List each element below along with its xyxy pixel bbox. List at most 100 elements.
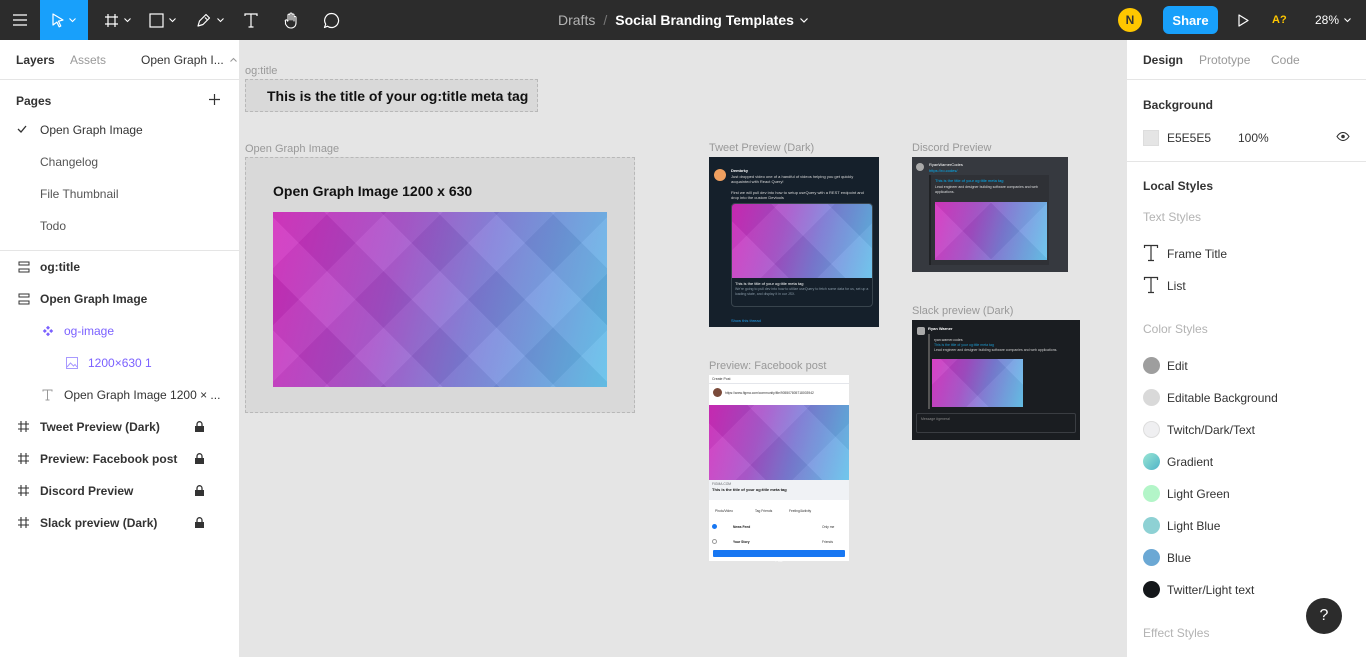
- avatar[interactable]: N: [1118, 8, 1142, 32]
- background-swatch[interactable]: [1143, 130, 1159, 146]
- share-button[interactable]: Share: [1163, 6, 1218, 34]
- tab-prototype[interactable]: Prototype: [1199, 53, 1250, 67]
- zoom-menu[interactable]: 28%: [1315, 0, 1351, 40]
- layer-name: Tweet Preview (Dark): [40, 420, 160, 434]
- discord-preview-frame[interactable]: RyanWarnerCodes https://ro.codes/ This i…: [912, 157, 1068, 272]
- color-style-twitch-dark-text[interactable]: Twitch/Dark/Text: [1143, 420, 1353, 440]
- facebook-post-frame[interactable]: Create Post https://www.figma.com/commun…: [709, 375, 849, 563]
- file-name[interactable]: Social Branding Templates: [615, 12, 794, 28]
- breadcrumb-folder[interactable]: Drafts: [558, 12, 595, 28]
- layer-name: 1200×630 1: [88, 356, 152, 370]
- slack-title: This is the title of your og:title meta …: [934, 343, 994, 347]
- lock-icon[interactable]: [195, 517, 204, 528]
- breadcrumb: Drafts / Social Branding Templates: [558, 0, 808, 40]
- color-style-light-green[interactable]: Light Green: [1143, 484, 1353, 504]
- layer-og-image[interactable]: og-image: [0, 315, 240, 347]
- fb-title: This is the title of your og:title meta …: [712, 487, 787, 492]
- color-style-name: Blue: [1167, 551, 1192, 565]
- chevron-up-icon[interactable]: [230, 57, 237, 62]
- fb-privacy: Only me: [822, 525, 835, 529]
- discord-link: https://ro.codes/: [929, 168, 958, 173]
- present-button[interactable]: [1230, 0, 1256, 40]
- frame-label-tweet-preview[interactable]: Tweet Preview (Dark): [709, 142, 814, 154]
- layer-text[interactable]: Open Graph Image 1200 × ...: [0, 379, 240, 411]
- tab-design[interactable]: Design: [1143, 53, 1183, 67]
- layer-open-graph-image[interactable]: Open Graph Image: [0, 283, 240, 315]
- move-tool-button[interactable]: [40, 0, 88, 40]
- layer-og-title[interactable]: og:title: [0, 251, 240, 283]
- color-swatch: [1143, 453, 1160, 470]
- layer-image[interactable]: 1200×630 1: [0, 347, 240, 379]
- og-image[interactable]: [273, 212, 607, 387]
- frame-tool-button[interactable]: [97, 0, 137, 40]
- lock-icon[interactable]: [195, 453, 204, 464]
- page-item-file-thumbnail[interactable]: File Thumbnail: [40, 187, 118, 201]
- layer-slack-preview[interactable]: Slack preview (Dark): [0, 507, 240, 539]
- tab-code[interactable]: Code: [1271, 53, 1300, 67]
- open-graph-image-frame[interactable]: Open Graph Image 1200 x 630: [245, 157, 635, 413]
- color-style-light-blue[interactable]: Light Blue: [1143, 516, 1353, 536]
- chevron-down-icon[interactable]: [799, 17, 808, 23]
- checkmark-icon: [17, 125, 27, 133]
- color-style-editable-background[interactable]: Editable Background: [1143, 388, 1353, 408]
- background-hex-input[interactable]: E5E5E5: [1167, 131, 1211, 145]
- page-item-todo[interactable]: Todo: [40, 219, 66, 233]
- chevron-down-icon: [168, 17, 176, 22]
- chevron-down-icon: [1344, 17, 1351, 22]
- main-menu-button[interactable]: [0, 0, 40, 40]
- layer-name: og:title: [40, 260, 80, 274]
- fb-privacy: Friends: [822, 540, 833, 544]
- frame-label-facebook-post[interactable]: Preview: Facebook post: [709, 360, 826, 372]
- pen-icon: [197, 13, 211, 27]
- fb-action: Photo/Video: [715, 509, 733, 513]
- color-swatch: [1143, 581, 1160, 598]
- layer-facebook-post[interactable]: Preview: Facebook post: [0, 443, 240, 475]
- layer-name: Slack preview (Dark): [40, 516, 158, 530]
- page-item-open-graph-image[interactable]: Open Graph Image: [40, 123, 143, 137]
- canvas[interactable]: og:title This is the title of your og:ti…: [241, 40, 1125, 657]
- text-tool-button[interactable]: [236, 0, 266, 40]
- tab-assets[interactable]: Assets: [70, 53, 106, 67]
- left-panel-tabs: Layers Assets Open Graph I...: [0, 40, 240, 80]
- background-opacity-input[interactable]: 100%: [1238, 131, 1269, 145]
- frame-label-slack-preview[interactable]: Slack preview (Dark): [912, 305, 1013, 317]
- comment-tool-button[interactable]: [316, 0, 346, 40]
- og-title-frame[interactable]: This is the title of your og:title meta …: [245, 79, 538, 112]
- color-style-gradient[interactable]: Gradient: [1143, 452, 1353, 472]
- color-style-edit[interactable]: Edit: [1143, 356, 1353, 376]
- color-style-blue[interactable]: Blue: [1143, 548, 1353, 568]
- frame-hash-icon: [18, 485, 29, 496]
- lock-icon[interactable]: [195, 485, 204, 496]
- background-header: Background: [1143, 98, 1214, 112]
- discord-embed: This is the title of your og:title meta …: [929, 175, 1049, 265]
- tweet-preview-frame[interactable]: Dembrky Just dropped video one of a hand…: [709, 157, 879, 327]
- lock-icon[interactable]: [195, 421, 204, 432]
- frame-label-og-title[interactable]: og:title: [245, 65, 277, 77]
- help-button[interactable]: ?: [1306, 598, 1342, 634]
- fb-domain: FIGMA.COM: [712, 482, 732, 486]
- current-page-dropdown[interactable]: Open Graph I...: [141, 53, 224, 67]
- eye-icon[interactable]: [1336, 132, 1350, 141]
- color-style-twitter-light-text[interactable]: Twitter/Light text: [1143, 580, 1353, 600]
- tab-layers[interactable]: Layers: [16, 53, 55, 67]
- slack-preview-frame[interactable]: Ryan Warner ryan.warner.codes This is th…: [912, 320, 1080, 440]
- page-item-changelog[interactable]: Changelog: [40, 155, 98, 169]
- discord-embed-desc: Lead engineer and designer building soft…: [935, 185, 1038, 194]
- missing-fonts-indicator[interactable]: A?: [1272, 0, 1287, 40]
- layer-tweet-preview[interactable]: Tweet Preview (Dark): [0, 411, 240, 443]
- hand-tool-button[interactable]: [276, 0, 306, 40]
- layer-discord-preview[interactable]: Discord Preview: [0, 475, 240, 507]
- text-style-list[interactable]: List: [1143, 276, 1353, 296]
- text-style-frame-title[interactable]: Frame Title: [1143, 244, 1353, 264]
- tweet-text: Just dropped video one of a handful of v…: [731, 174, 854, 184]
- shape-tool-button[interactable]: [142, 0, 182, 40]
- fb-action: Feeling/Activity: [789, 509, 812, 513]
- add-page-icon[interactable]: [208, 93, 221, 106]
- slack-message-input: Message #general: [916, 413, 1076, 433]
- fb-post-label: Post: [775, 559, 783, 563]
- frame-label-discord-preview[interactable]: Discord Preview: [912, 142, 991, 154]
- local-styles-header: Local Styles: [1143, 179, 1214, 193]
- frame-label-open-graph-image[interactable]: Open Graph Image: [245, 143, 339, 155]
- pen-tool-button[interactable]: [190, 0, 230, 40]
- color-style-name: Edit: [1167, 359, 1188, 373]
